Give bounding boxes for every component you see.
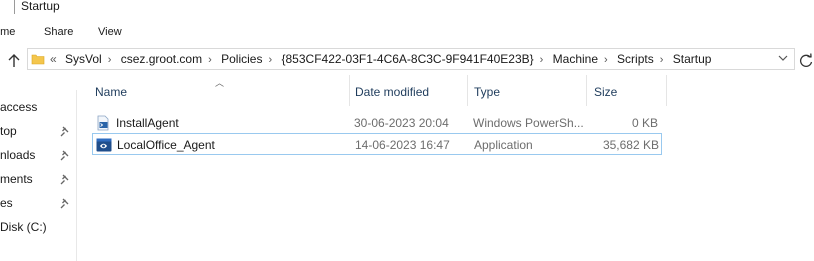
chevron-right-icon[interactable]: ›: [108, 54, 112, 66]
file-date-modified: 30-06-2023 20:04: [354, 116, 449, 130]
chevron-right-icon[interactable]: ›: [660, 54, 664, 66]
nav-item-label: top: [0, 124, 17, 138]
breadcrumb-policy-guid[interactable]: {853CF422-03F1-4C6A-8C3C-9F941F40E23B}: [282, 52, 534, 66]
file-name: InstallAgent: [116, 116, 179, 130]
folder-icon: [31, 54, 45, 65]
column-header-name[interactable]: Name: [87, 75, 349, 107]
address-row: « SysVol › csez.groot.com › Policies › {853…: [0, 45, 814, 75]
column-divider[interactable]: [666, 75, 667, 106]
nav-item-label: Disk (C:): [0, 220, 47, 234]
tab-home[interactable]: ome: [0, 26, 15, 38]
pin-icon: [60, 198, 69, 209]
up-arrow-icon[interactable]: [6, 53, 22, 69]
title-bar: Startup: [0, 0, 814, 16]
file-size: 0 KB: [631, 116, 658, 130]
column-header-size[interactable]: Size: [587, 75, 666, 107]
nav-item-quick-access[interactable]: access: [0, 98, 76, 118]
nav-item-downloads[interactable]: nloads: [0, 146, 76, 166]
tab-view[interactable]: View: [98, 26, 122, 38]
file-list: ︿ Name Date modified Type Size InstallAg…: [77, 75, 814, 261]
breadcrumb-scripts[interactable]: Scripts: [617, 52, 654, 66]
tab-share[interactable]: Share: [44, 26, 73, 38]
breadcrumb-machine[interactable]: Machine: [553, 52, 598, 66]
column-header-label: Date modified: [355, 85, 430, 99]
file-row-localoffice-agent[interactable]: LocalOffice_Agent 14-06-2023 16:47 Appli…: [92, 133, 662, 155]
pin-icon: [60, 174, 69, 185]
file-date-modified: 14-06-2023 16:47: [355, 138, 450, 152]
nav-item-pictures[interactable]: es: [0, 194, 76, 214]
nav-item-label: es: [0, 196, 13, 210]
column-header-label: Type: [474, 85, 501, 99]
breadcrumb-sysvol[interactable]: SysVol: [65, 52, 102, 66]
breadcrumb-startup[interactable]: Startup: [673, 52, 712, 66]
overflow-chevron-icon[interactable]: «: [50, 52, 57, 66]
window-title: Startup: [21, 0, 60, 13]
title-separator: [14, 0, 15, 14]
pin-icon: [60, 126, 69, 137]
ribbon-tabs: ome Share View: [0, 21, 814, 43]
nav-item-label: access: [0, 100, 38, 114]
breadcrumb-domain[interactable]: csez.groot.com: [121, 52, 202, 66]
navigation-pane: access top nloads ments es Disk (C:): [0, 90, 77, 261]
chevron-right-icon[interactable]: ›: [540, 54, 544, 66]
column-header-label: Size: [594, 85, 618, 99]
nav-item-local-disk[interactable]: Disk (C:): [0, 218, 76, 238]
chevron-right-icon[interactable]: ›: [268, 54, 272, 66]
powershell-script-icon: [97, 115, 109, 131]
nav-item-label: nloads: [0, 148, 36, 162]
column-header-label: Name: [95, 85, 128, 99]
column-header-type[interactable]: Type: [468, 75, 586, 107]
chevron-down-icon[interactable]: [778, 53, 788, 63]
nav-item-label: ments: [0, 172, 33, 186]
application-icon: [96, 138, 112, 152]
nav-item-documents[interactable]: ments: [0, 170, 76, 190]
chevron-right-icon[interactable]: ›: [208, 54, 212, 66]
chevron-right-icon[interactable]: ›: [604, 54, 608, 66]
file-type: Application: [474, 138, 533, 152]
column-header-date[interactable]: Date modified: [350, 75, 467, 107]
address-bar[interactable]: « SysVol › csez.groot.com › Policies › {853…: [27, 48, 795, 70]
file-type: Windows PowerSh...: [473, 116, 584, 130]
pin-icon: [60, 150, 69, 161]
file-size: 35,682 KB: [602, 138, 659, 152]
file-name: LocalOffice_Agent: [117, 138, 215, 152]
file-row-installagent[interactable]: InstallAgent 30-06-2023 20:04 Windows Po…: [92, 112, 662, 134]
breadcrumb: « SysVol › csez.groot.com › Policies › {853…: [48, 52, 711, 66]
refresh-icon[interactable]: [798, 53, 814, 69]
breadcrumb-policies[interactable]: Policies: [221, 52, 262, 66]
nav-item-desktop[interactable]: top: [0, 122, 76, 142]
